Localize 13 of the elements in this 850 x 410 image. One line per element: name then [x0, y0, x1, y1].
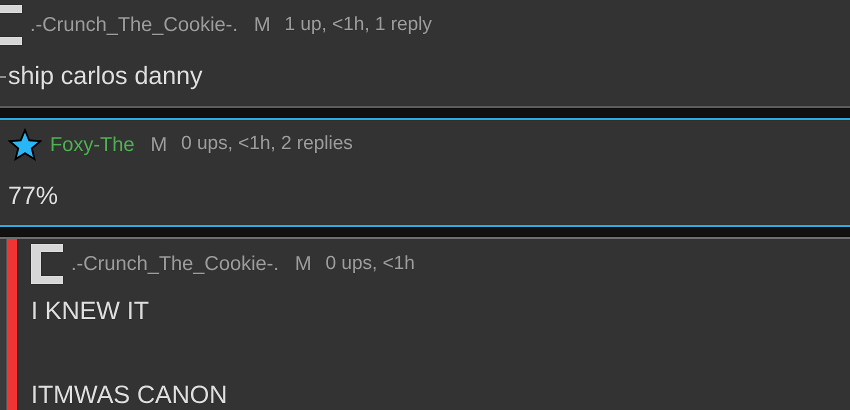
comment-meta: 1 up, <1h, 1 reply	[284, 12, 432, 37]
comment-text: 77%	[8, 180, 58, 212]
username[interactable]: .-Crunch_The_Cookie-.	[71, 249, 279, 279]
comment-meta: 0 ups, <1h, 2 replies	[181, 132, 353, 156]
comment-text: I KNEW IT	[31, 296, 150, 327]
username[interactable]: Foxy-The	[50, 130, 134, 160]
comment-meta: 0 ups, <1h	[326, 252, 415, 276]
comment-text: ship carlos danny	[8, 61, 203, 92]
gender-label: M	[294, 252, 312, 277]
comment-text: ITMWAS CANON	[31, 380, 228, 410]
gender-label: M	[150, 132, 168, 158]
gender-label: M	[254, 13, 271, 38]
username[interactable]: .-Crunch_The_Cookie-.	[30, 10, 238, 40]
